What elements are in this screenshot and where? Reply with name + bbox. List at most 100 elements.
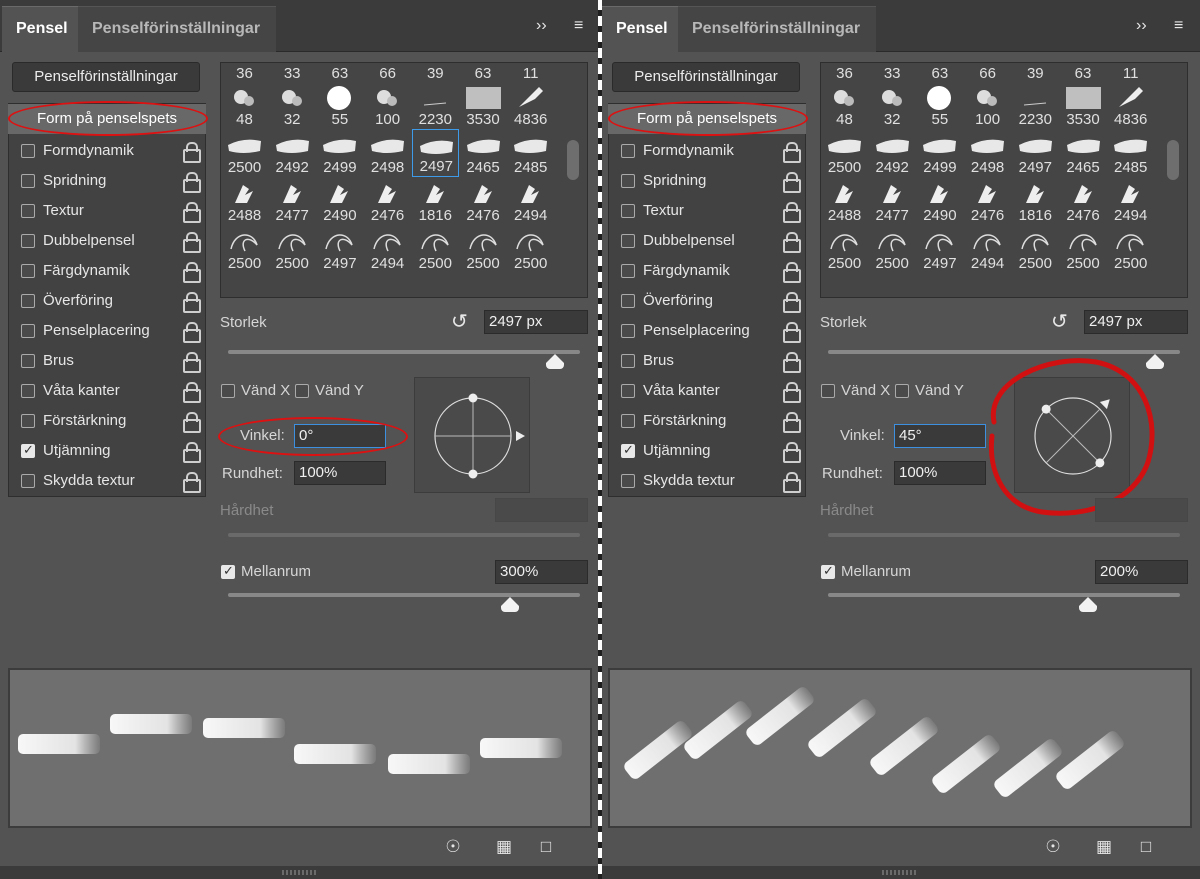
brush-preset-cell[interactable]: 2497 (411, 129, 459, 177)
checkbox[interactable] (21, 474, 35, 488)
checkbox[interactable] (21, 204, 35, 218)
brush-preset-cell[interactable]: 2499 (316, 129, 363, 177)
brush-preset-cell[interactable]: 2488 (221, 177, 268, 225)
tab-pensel[interactable]: Pensel (602, 6, 678, 52)
checkbox[interactable] (21, 144, 35, 158)
lock-icon[interactable] (183, 292, 201, 313)
brush-preset-cell[interactable]: 48 (221, 81, 268, 129)
spacing-slider[interactable] (228, 593, 580, 597)
settings-list-item[interactable]: Penselplacering (9, 316, 205, 346)
brush-preset-cell[interactable]: 2494 (964, 225, 1011, 273)
brush-preset-cell[interactable]: 2500 (412, 225, 459, 273)
hamburger-menu-icon[interactable]: ≡ (574, 17, 583, 35)
brush-preset-cell[interactable]: 2497 (316, 225, 363, 273)
new-preset-icon[interactable]: □ (1135, 838, 1157, 856)
brush-preset-cell[interactable]: 2492 (269, 129, 316, 177)
size-field[interactable]: 2497 px (484, 310, 588, 334)
checkbox[interactable] (621, 264, 635, 278)
settings-list-item[interactable]: Färgdynamik (609, 256, 805, 286)
checkbox[interactable] (21, 234, 35, 248)
brush-preset-cell[interactable]: 3530 (1060, 81, 1107, 129)
settings-list-item[interactable]: Brus (9, 346, 205, 376)
resize-grip[interactable] (600, 866, 1200, 879)
settings-list-item[interactable]: Textur (609, 196, 805, 226)
eye-brush-icon[interactable]: ☉ (1042, 838, 1064, 856)
lock-icon[interactable] (783, 262, 801, 283)
brush-preset-cell[interactable]: 2485 (507, 129, 554, 177)
settings-list-item[interactable]: Överföring (609, 286, 805, 316)
lock-icon[interactable] (783, 472, 801, 493)
brush-preset-cell[interactable]: 2500 (821, 225, 868, 273)
brush-preset-cell[interactable]: 2476 (964, 177, 1011, 225)
checkbox[interactable] (621, 354, 635, 368)
spacing-slider[interactable] (828, 593, 1180, 597)
settings-list-item[interactable]: Dubbelpensel (609, 226, 805, 256)
settings-list-item[interactable]: Förstärkning (609, 406, 805, 436)
lock-icon[interactable] (783, 382, 801, 403)
brush-preset-cell[interactable]: 2499 (916, 129, 963, 177)
grid-icon[interactable]: ▦ (493, 838, 515, 856)
settings-list-item[interactable]: Spridning (609, 166, 805, 196)
settings-list-item[interactable]: Brus (609, 346, 805, 376)
brush-preset-cell[interactable]: 2500 (269, 225, 316, 273)
lock-icon[interactable] (183, 472, 201, 493)
checkbox[interactable] (21, 174, 35, 188)
lock-icon[interactable] (183, 172, 201, 193)
checkbox[interactable] (21, 442, 35, 458)
checkbox[interactable] (621, 324, 635, 338)
brush-preset-cell[interactable]: 2477 (869, 177, 916, 225)
checkbox[interactable] (621, 234, 635, 248)
settings-list-item[interactable]: Penselplacering (609, 316, 805, 346)
settings-list-item[interactable]: Dubbelpensel (9, 226, 205, 256)
brush-preset-cell[interactable]: 2498 (964, 129, 1011, 177)
lock-icon[interactable] (183, 262, 201, 283)
brush-preset-cell[interactable]: 3530 (460, 81, 507, 129)
brush-preset-cell[interactable]: 2500 (821, 129, 868, 177)
brush-preset-cell[interactable]: 2494 (1107, 177, 1154, 225)
brush-settings-button[interactable]: Penselförinställningar (12, 62, 200, 92)
brush-preset-cell[interactable]: 2492 (869, 129, 916, 177)
brush-preset-cell[interactable]: 32 (269, 81, 316, 129)
lock-icon[interactable] (183, 142, 201, 163)
checkbox[interactable] (621, 384, 635, 398)
lock-icon[interactable] (183, 412, 201, 433)
brush-preset-cell[interactable]: 2500 (1107, 225, 1154, 273)
hamburger-menu-icon[interactable]: ≡ (1174, 17, 1183, 35)
checkbox[interactable] (621, 144, 635, 158)
brush-preset-cell[interactable]: 2230 (1012, 81, 1059, 129)
brush-preset-cell[interactable]: 2230 (412, 81, 459, 129)
double-chevron-right-icon[interactable]: ›› (536, 17, 547, 35)
lock-icon[interactable] (183, 442, 201, 463)
brush-preset-cell[interactable]: 2500 (1012, 225, 1059, 273)
settings-list-item[interactable]: Formdynamik (9, 136, 205, 166)
brush-preset-cell[interactable]: 100 (364, 81, 411, 129)
angle-dial[interactable] (415, 378, 531, 494)
settings-list-item[interactable]: Överföring (9, 286, 205, 316)
brush-preset-cell[interactable]: 2500 (221, 225, 268, 273)
lock-icon[interactable] (183, 202, 201, 223)
brush-preset-cell[interactable]: 2477 (269, 177, 316, 225)
grid-icon[interactable]: ▦ (1093, 838, 1115, 856)
brush-preset-cell[interactable]: 2490 (916, 177, 963, 225)
brush-preset-cell[interactable]: 2488 (821, 177, 868, 225)
brush-preset-cell[interactable]: 2494 (364, 225, 411, 273)
checkbox[interactable] (621, 414, 635, 428)
settings-list-item[interactable]: Våta kanter (609, 376, 805, 406)
tab-penselforinstallningar[interactable]: Penselförinställningar (678, 6, 876, 52)
brush-preset-cell[interactable]: 2485 (1107, 129, 1154, 177)
flip-x-checkbox[interactable] (821, 384, 835, 398)
checkbox[interactable] (621, 474, 635, 488)
lock-icon[interactable] (183, 322, 201, 343)
lock-icon[interactable] (783, 142, 801, 163)
checkbox[interactable] (621, 204, 635, 218)
lock-icon[interactable] (183, 382, 201, 403)
settings-list-item[interactable]: Utjämning (609, 436, 805, 466)
lock-icon[interactable] (783, 412, 801, 433)
double-chevron-right-icon[interactable]: ›› (1136, 17, 1147, 35)
brush-preset-cell[interactable]: 2498 (364, 129, 411, 177)
brush-settings-button[interactable]: Penselförinställningar (612, 62, 800, 92)
eye-brush-icon[interactable]: ☉ (442, 838, 464, 856)
lock-icon[interactable] (783, 172, 801, 193)
grid-scrollbar[interactable] (567, 140, 579, 180)
settings-list-item[interactable]: Förstärkning (9, 406, 205, 436)
